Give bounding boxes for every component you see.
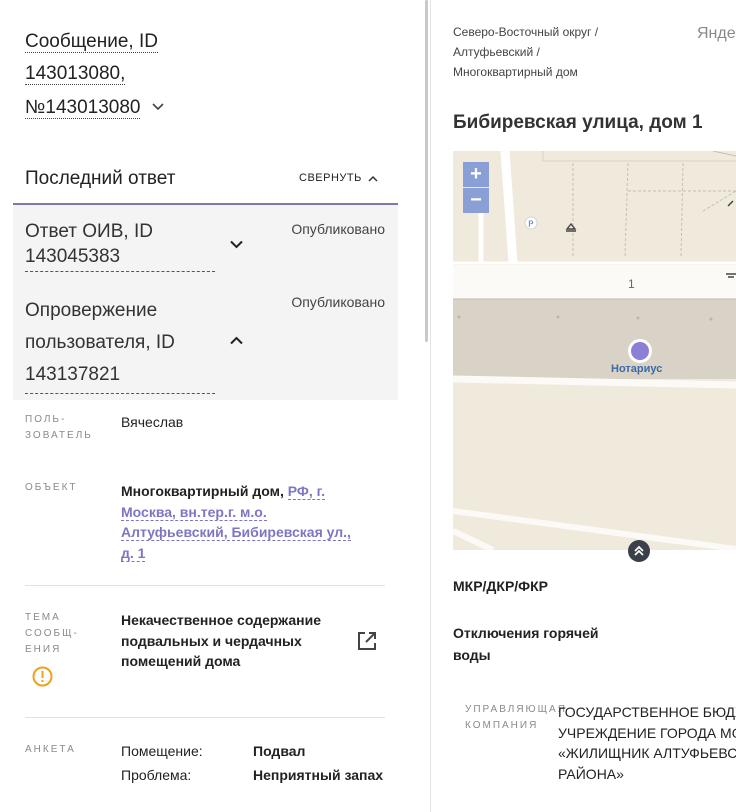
topic-line3: помещений дома (121, 653, 241, 669)
object-value: Многоквартирный дом, РФ, г. Москва, вн.т… (121, 481, 361, 563)
scrollbar[interactable] (425, 0, 428, 342)
message-title[interactable]: Сообщение, ID 143013080, №143013080 (25, 26, 285, 124)
chevron-up-icon[interactable] (230, 332, 243, 350)
object-address-link-4[interactable]: д. 1 (121, 544, 146, 562)
object-address-link-1[interactable]: РФ, г. (287, 483, 325, 500)
responses-list: Ответ ОИВ, ID 143045383 Опубликовано Опр… (13, 203, 398, 400)
user-label: ПОЛЬ- ЗОВАТЕЛЬ (25, 412, 93, 444)
management-value: ГОСУДАРСТВЕННОЕ БЮДЖ УЧРЕЖДЕНИЕ ГОРОДА М… (558, 702, 736, 784)
title-line-1: Сообщение, ID (25, 31, 158, 53)
management-label-line2: КОМПАНИЯ (465, 720, 539, 731)
management-line2: УЧРЕЖДЕНИЕ ГОРОДА МОС (558, 724, 736, 741)
management-label: УПРАВЛЯЮЩАЯ КОМПАНИЯ (465, 702, 567, 734)
panel-separator (430, 0, 431, 812)
breadcrumb: Северо-Восточный округ / Алтуфьевский / … (453, 22, 598, 82)
chevron-up-icon (368, 175, 378, 182)
yandex-label: Янде (697, 25, 736, 42)
topic-label-line3: ЕНИЯ (25, 644, 62, 655)
warning-icon (32, 666, 53, 692)
title-line-3: №143013080 (25, 97, 141, 119)
hot-water-label: Отключения горячей воды (453, 622, 599, 666)
survey-key: Проблема: (121, 767, 192, 783)
management-line4: РАЙОНА» (558, 765, 624, 782)
address-title: Бибиревская улица, дом 1 (453, 112, 703, 133)
building-number: 1 (628, 277, 635, 291)
response-oiv-link[interactable]: Ответ ОИВ, ID 143045383 (25, 219, 215, 272)
external-link-icon[interactable] (357, 631, 377, 656)
topic-line2: подвальных и чердачных (121, 632, 302, 649)
collapse-button[interactable]: СВЕРНУТЬ (299, 172, 378, 184)
response-refutation-line3: 143137821 (25, 364, 121, 385)
message-panel: Сообщение, ID 143013080, №143013080 Посл… (0, 0, 398, 812)
breadcrumb-item[interactable]: Алтуфьевский / (453, 45, 540, 59)
hot-water-line1: Отключения горячей (453, 625, 599, 641)
management-line1: ГОСУДАРСТВЕННОЕ БЮДЖ (558, 704, 736, 720)
object-label: ОБЪЕКТ (25, 482, 78, 493)
breadcrumb-item[interactable]: Северо-Восточный округ / (453, 25, 598, 39)
last-response-heading: Последний ответ (25, 168, 176, 189)
expand-button[interactable] (628, 540, 650, 562)
survey-value: Подвал (253, 743, 306, 759)
title-line-2: 143013080, (25, 63, 126, 85)
response-oiv-line2: 143045383 (25, 246, 121, 267)
map-canvas: P (453, 151, 736, 550)
survey-key: Помещение: (121, 743, 203, 759)
map-marker-label[interactable]: Нотариус (611, 363, 662, 375)
program-label: МКР/ДКР/ФКР (453, 578, 549, 594)
map[interactable]: P + − 1 Нотариус (453, 151, 736, 550)
divider (25, 585, 385, 586)
response-oiv-line1: Ответ ОИВ, ID (25, 221, 153, 242)
response-refutation-link[interactable]: Опровержение пользователя, ID 143137821 (25, 295, 215, 394)
user-label-line2: ЗОВАТЕЛЬ (25, 430, 93, 441)
management-line3: «ЖИЛИЩНИК АЛТУФЬЕВСК (558, 745, 736, 761)
chevron-down-icon[interactable] (152, 90, 164, 122)
double-chevron-up-icon (634, 545, 644, 556)
zoom-in-button[interactable]: + (463, 162, 489, 187)
chevron-down-icon[interactable] (230, 236, 243, 254)
user-label-line1: ПОЛЬ- (25, 414, 67, 425)
zoom-out-button[interactable]: − (463, 188, 489, 213)
topic-label-line2: СООБЩ- (25, 628, 79, 639)
svg-text:P: P (528, 220, 534, 230)
response-refutation-line1: Опровержение (25, 300, 158, 321)
survey-label: АНКЕТА (25, 744, 76, 755)
divider (25, 717, 385, 718)
object-type: Многоквартирный дом, (121, 483, 284, 499)
management-label-line1: УПРАВЛЯЮЩАЯ (465, 704, 567, 715)
topic-value: Некачественное содержание подвальных и ч… (121, 610, 341, 672)
topic-line1: Некачественное содержание (121, 612, 321, 628)
user-value: Вячеслав (121, 414, 184, 430)
status-badge: Опубликовано (291, 294, 385, 310)
object-address-link-3[interactable]: Алтуфьевский, Бибиревская ул., (121, 524, 351, 541)
status-badge: Опубликовано (291, 221, 385, 237)
hot-water-line2: воды (453, 647, 491, 663)
topic-label-line1: ТЕМА (25, 612, 61, 623)
survey-value: Неприятный запах (253, 767, 384, 783)
breadcrumb-item: Многоквартирный дом (453, 65, 578, 79)
response-refutation-line2: пользователя, ID (25, 332, 175, 353)
object-address-link-2[interactable]: Москва, вн.тер.г. м.о. (121, 503, 267, 521)
collapse-label: СВЕРНУТЬ (299, 172, 362, 184)
topic-label: ТЕМА СООБЩ- ЕНИЯ (25, 610, 79, 658)
